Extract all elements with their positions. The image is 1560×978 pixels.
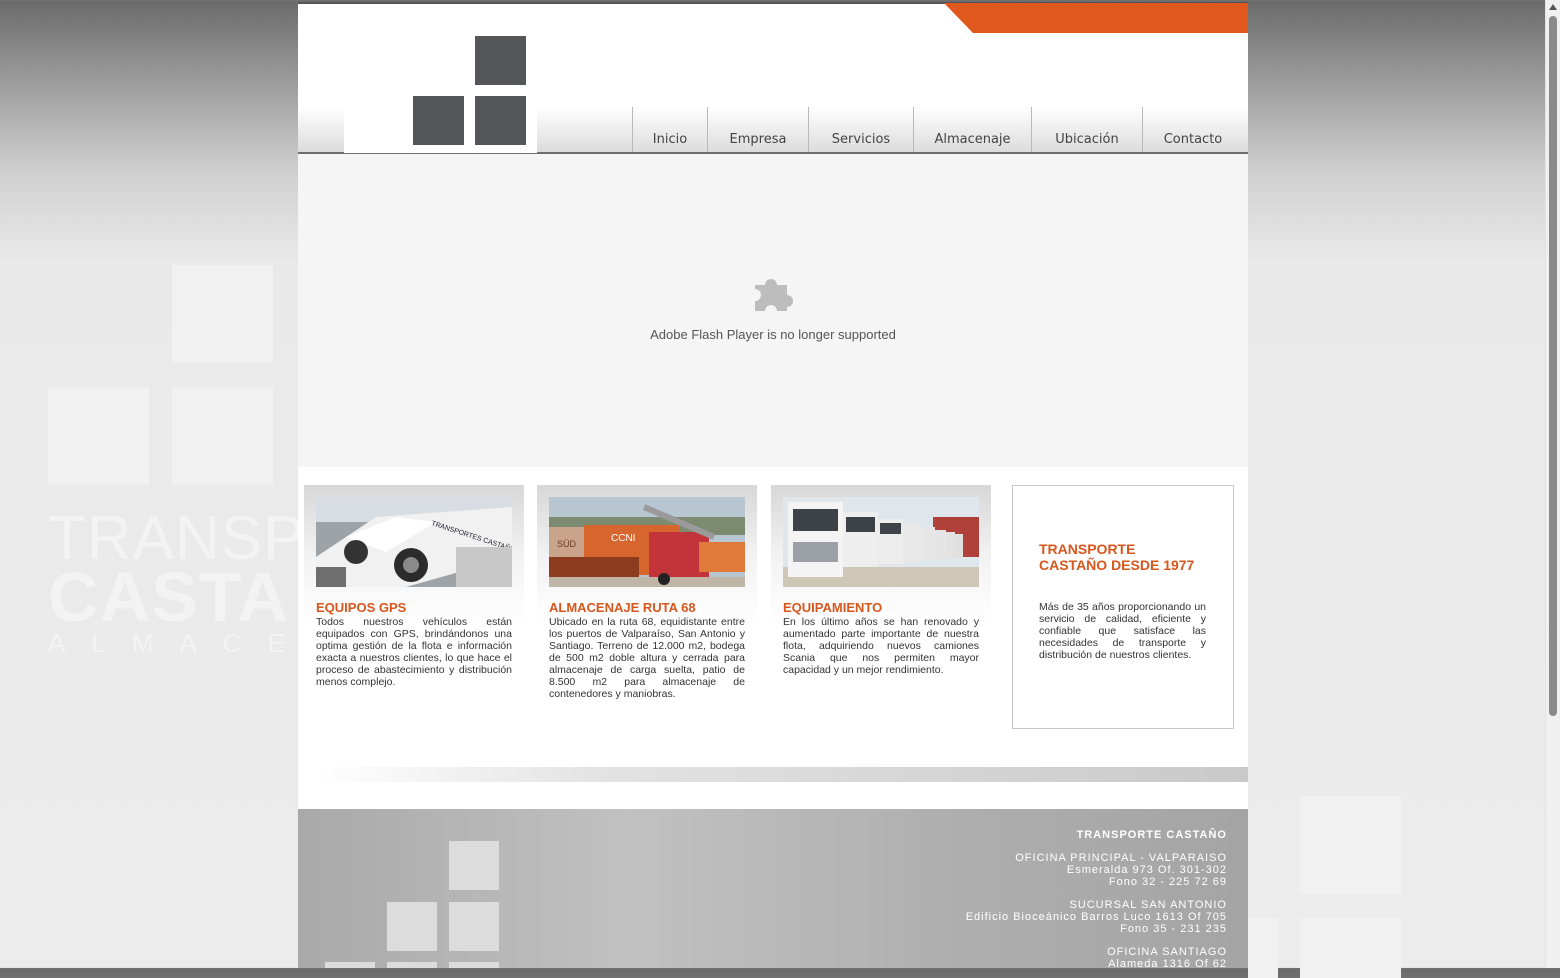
card-image-containers[interactable]: SÜD CCNI <box>549 497 745 587</box>
footer-office: SUCURSAL SAN ANTONIO Edificio Bioceánico… <box>966 899 1227 935</box>
nav-item-almacenaje[interactable]: Almacenaje <box>914 107 1032 152</box>
footer-decor-square <box>449 962 499 968</box>
nav-item-servicios[interactable]: Servicios <box>809 107 914 152</box>
flash-message: Adobe Flash Player is no longer supporte… <box>650 327 896 342</box>
logo-square <box>413 96 464 145</box>
fleet-photo <box>783 497 979 587</box>
card-image-fleet[interactable] <box>783 497 979 587</box>
bg-square <box>172 265 273 363</box>
footer: TRANSPORTE CASTAÑO OFICINA PRINCIPAL - V… <box>298 809 1248 968</box>
puzzle-piece-icon <box>755 279 793 311</box>
footer-office-address: Esmeralda 973 Of. 301-302 <box>1066 864 1227 876</box>
flash-placeholder[interactable]: Adobe Flash Player is no longer supporte… <box>298 154 1248 467</box>
footer-decor-square <box>387 962 437 968</box>
footer-company-name: TRANSPORTE CASTAÑO <box>1076 829 1227 841</box>
card-text: Todos nuestros vehículos están equipados… <box>316 616 512 688</box>
footer-office-address: Alameda 1316 Of 62 <box>1108 958 1227 968</box>
feature-card-gps: TRANSPORTES CASTAÑO EQUIPOS GPS Todos nu… <box>304 485 524 735</box>
section-divider <box>318 767 1248 782</box>
feature-card-equipamiento: EQUIPAMIENTO En los último años se han r… <box>771 485 991 735</box>
promo-title: TRANSPORTE CASTAÑO DESDE 1977 <box>1039 541 1195 573</box>
feature-card-almacenaje: SÜD CCNI ALMACENAJE RUTA 68 Ubicado en l… <box>537 485 757 735</box>
footer-office-phone: Fono 35 - 231 235 <box>1120 923 1227 935</box>
trucks-photo: TRANSPORTES CASTAÑO <box>316 497 512 587</box>
logo-square <box>475 96 526 145</box>
scrollbar-thumb[interactable] <box>1549 16 1557 716</box>
card-title: ALMACENAJE RUTA 68 <box>549 600 696 615</box>
nav-item-empresa[interactable]: Empresa <box>708 107 809 152</box>
footer-office-address: Edificio Bioceánico Barros Luco 1613 Of … <box>965 911 1227 923</box>
card-text: Ubicado en la ruta 68, equidistante entr… <box>549 616 745 700</box>
card-text: En los último años se han renovado y aum… <box>783 616 979 676</box>
containers-photo: SÜD CCNI <box>549 497 745 587</box>
footer-decor-square <box>387 902 437 951</box>
footer-office: OFICINA SANTIAGO Alameda 1316 Of 62 <box>966 946 1227 968</box>
card-title: EQUIPOS GPS <box>316 600 407 615</box>
nav-item-inicio[interactable]: Inicio <box>632 107 708 152</box>
footer-decor-square <box>325 962 375 968</box>
scroll-up-arrow-icon[interactable] <box>1549 4 1557 10</box>
logo-square <box>475 36 526 85</box>
header-accent-bar <box>944 3 1248 33</box>
bg-square <box>48 387 149 485</box>
nav-item-contacto[interactable]: Contacto <box>1143 107 1243 152</box>
footer-office-phone: Fono 32 - 225 72 69 <box>1108 876 1227 888</box>
main-nav: Inicio Empresa Servicios Almacenaje Ubic… <box>632 107 1243 152</box>
nav-item-ubicacion[interactable]: Ubicación <box>1032 107 1143 152</box>
card-title: EQUIPAMIENTO <box>783 600 883 615</box>
footer-office-name: SUCURSAL SAN ANTONIO <box>1069 899 1227 911</box>
bg-square <box>1300 918 1401 978</box>
footer-decor-square <box>449 902 499 951</box>
promo-text: Más de 35 años proporcionando un servici… <box>1039 601 1206 661</box>
page-container: Inicio Empresa Servicios Almacenaje Ubic… <box>298 2 1248 968</box>
bg-square <box>1300 796 1401 894</box>
footer-contact-info: TRANSPORTE CASTAÑO OFICINA PRINCIPAL - V… <box>966 829 1227 968</box>
vertical-scrollbar[interactable] <box>1545 0 1560 968</box>
container-label-sud: SÜD <box>557 539 577 549</box>
promo-box: TRANSPORTE CASTAÑO DESDE 1977 Más de 35 … <box>1012 485 1234 729</box>
container-label-ccni: CCNI <box>611 533 635 544</box>
footer-decor-square <box>449 841 499 890</box>
logo[interactable] <box>344 35 537 153</box>
card-image-trucks[interactable]: TRANSPORTES CASTAÑO <box>316 497 512 587</box>
bg-square <box>1248 918 1278 978</box>
bg-watermark-line2: CASTA <box>48 558 289 636</box>
footer-office-name: OFICINA SANTIAGO <box>1107 946 1227 958</box>
bg-square <box>172 387 273 485</box>
footer-office: OFICINA PRINCIPAL - VALPARAISO Esmeralda… <box>966 852 1227 888</box>
footer-office-name: OFICINA PRINCIPAL - VALPARAISO <box>1015 852 1227 864</box>
